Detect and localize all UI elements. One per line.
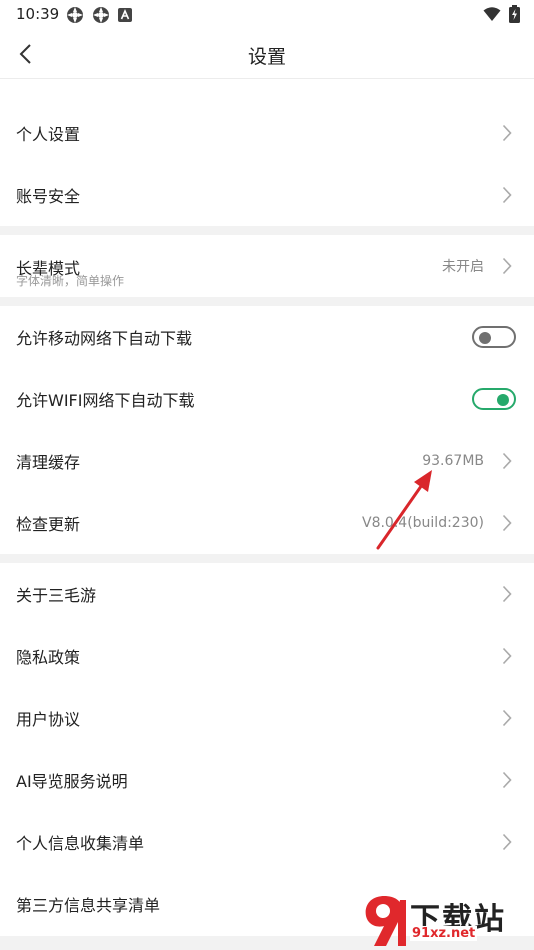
chevron-right-icon	[500, 452, 514, 470]
wifi-icon	[483, 7, 501, 21]
settings-group-about: 关于三毛游 隐私政策 用户协议 AI导览服务说明 个人信息收集清单 第三方信息共…	[0, 563, 534, 935]
row-label: 清理缓存	[16, 453, 81, 472]
watermark-logo-icon	[365, 896, 406, 946]
settings-group-elder: 长辈模式 字体清晰，简单操作 未开启	[0, 235, 534, 297]
personal-settings-row[interactable]: 个人设置	[0, 102, 534, 164]
wifi-download-toggle[interactable]	[472, 388, 516, 410]
toggle-knob	[497, 394, 509, 406]
elder-mode-row[interactable]: 长辈模式 字体清晰，简单操作 未开启	[0, 235, 534, 297]
chevron-right-icon	[500, 647, 514, 665]
elder-mode-status: 未开启	[442, 259, 484, 275]
settings-group-download: 允许移动网络下自动下载 允许WIFI网络下自动下载 清理缓存 93.67MB 检…	[0, 306, 534, 554]
ai-guide-service-row[interactable]: AI导览服务说明	[0, 749, 534, 811]
app-version: V8.0.4(build:230)	[362, 515, 484, 531]
mobile-download-row: 允许移动网络下自动下载	[0, 306, 534, 368]
row-label: 检查更新	[16, 515, 81, 534]
chevron-right-icon	[500, 585, 514, 603]
check-update-row[interactable]: 检查更新 V8.0.4(build:230)	[0, 492, 534, 554]
row-sublabel: 字体清晰，简单操作	[16, 274, 125, 288]
status-icons-right	[483, 5, 520, 23]
chevron-right-icon	[500, 186, 514, 204]
section-divider	[0, 554, 534, 563]
toggle-knob	[479, 332, 491, 344]
about-row[interactable]: 关于三毛游	[0, 563, 534, 625]
status-bar: 10:39	[0, 0, 534, 30]
battery-charging-icon	[509, 5, 520, 23]
row-label: AI导览服务说明	[16, 772, 128, 791]
a-icon	[118, 8, 132, 22]
app-icon	[67, 7, 83, 23]
status-icons-left	[66, 6, 132, 24]
user-agreement-row[interactable]: 用户协议	[0, 687, 534, 749]
chevron-right-icon	[500, 257, 514, 275]
status-time: 10:39	[16, 5, 60, 23]
app-icon	[93, 7, 109, 23]
row-label: 用户协议	[16, 710, 81, 729]
chevron-right-icon	[500, 771, 514, 789]
row-label: 隐私政策	[16, 648, 81, 667]
chevron-right-icon	[500, 709, 514, 727]
watermark: 下载站 91xz.net	[360, 892, 530, 948]
mobile-download-toggle[interactable]	[472, 326, 516, 348]
row-label: 允许WIFI网络下自动下载	[16, 391, 195, 410]
section-divider	[0, 297, 534, 306]
row-label: 个人信息收集清单	[16, 834, 145, 853]
clear-cache-row[interactable]: 清理缓存 93.67MB	[0, 430, 534, 492]
settings-group-account: 个人设置 账号安全	[0, 102, 534, 226]
page-title: 设置	[247, 46, 286, 68]
personal-info-list-row[interactable]: 个人信息收集清单	[0, 811, 534, 873]
chevron-right-icon	[500, 833, 514, 851]
row-label: 关于三毛游	[16, 586, 97, 605]
top-spacer	[0, 79, 534, 102]
title-bar: 设置	[0, 30, 534, 79]
privacy-policy-row[interactable]: 隐私政策	[0, 625, 534, 687]
account-security-row[interactable]: 账号安全	[0, 164, 534, 226]
chevron-right-icon	[500, 124, 514, 142]
row-label: 账号安全	[16, 187, 81, 206]
chevron-right-icon	[500, 514, 514, 532]
section-divider	[0, 226, 534, 235]
cache-size: 93.67MB	[422, 453, 484, 469]
watermark-site: 91xz.net	[410, 926, 478, 941]
row-label: 个人设置	[16, 125, 81, 144]
row-label: 第三方信息共享清单	[16, 896, 161, 915]
row-label: 允许移动网络下自动下载	[16, 329, 193, 348]
wifi-download-row: 允许WIFI网络下自动下载	[0, 368, 534, 430]
